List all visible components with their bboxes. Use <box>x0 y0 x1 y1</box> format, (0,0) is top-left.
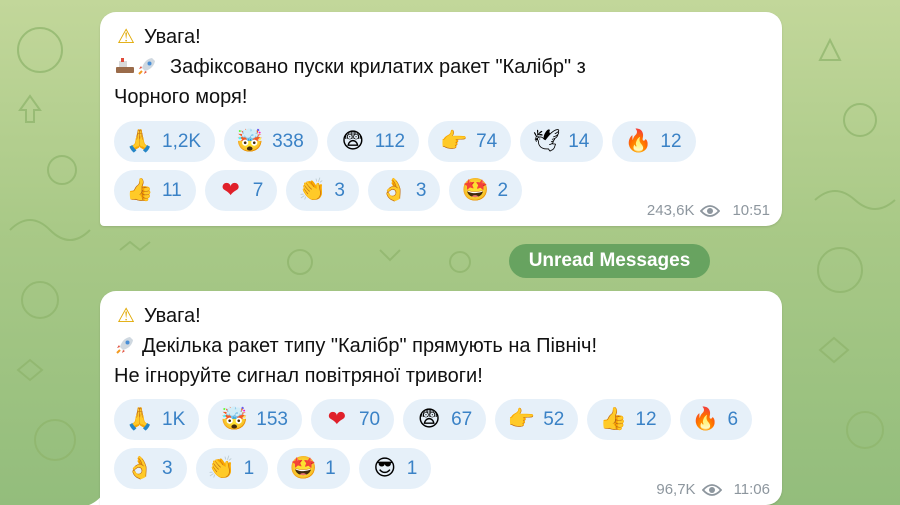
reaction-pill[interactable]: 🤯 338 <box>224 121 318 162</box>
sunglasses-face-icon: 😎 <box>373 455 397 481</box>
message-line: Чорного моря! <box>114 86 248 108</box>
message-time: 10:51 <box>732 202 770 219</box>
reaction-pill[interactable]: 😨 112 <box>326 121 420 162</box>
thumbs-up-icon: 👍 <box>126 177 154 203</box>
star-struck-icon: 🤩 <box>461 177 490 203</box>
reaction-pill[interactable]: 🙏 1K <box>114 399 200 440</box>
dove-icon: 🕊 <box>532 128 561 154</box>
thumbs-up-icon: 👍 <box>599 406 628 432</box>
reactions-bar: 🙏 1K 🤯 153 ❤ 70 😨 67 👉 52 👍 12 🔥 6 👌 3 👏 1 🤩 1 😎 1 <box>114 399 764 489</box>
reaction-pill[interactable]: 👉 74 <box>428 121 512 162</box>
reaction-pill[interactable]: 👌 3 <box>114 448 187 489</box>
reaction-pill[interactable]: 👌 3 <box>367 170 441 211</box>
clapping-hands-icon: 👏 <box>207 455 236 481</box>
reactions-bar: 🙏 1,2K 🤯 338 😨 112 👉 74 🕊 14 🔥 12 👍 11 ❤ 7 👏 3 👌 3… <box>114 121 764 211</box>
reaction-pill[interactable]: 👏 1 <box>195 448 269 489</box>
message-line: Декілька ракет типу "Калібр" прямують на… <box>114 331 597 361</box>
message-line: ⚠ Увага! <box>114 22 586 52</box>
reaction-pill[interactable]: 🤩 1 <box>277 448 350 489</box>
folded-hands-icon: 🙏 <box>126 128 154 154</box>
warning-icon: ⚠ <box>117 305 135 327</box>
unread-messages-label: Unread Messages <box>528 250 691 271</box>
clapping-hands-icon: 👏 <box>298 177 327 203</box>
view-count: 96,7K <box>656 481 696 498</box>
reaction-pill[interactable]: 😎 1 <box>358 448 432 489</box>
ship-icon <box>116 58 134 73</box>
exploding-head-icon: 🤯 <box>220 406 248 432</box>
reaction-pill[interactable]: ❤ 70 <box>310 399 395 440</box>
warning-icon: ⚠ <box>117 26 135 48</box>
fearful-face-icon: 😨 <box>417 406 441 432</box>
message-text: ⚠ Увага! Зафіксовано пуски крилатих ракет… <box>114 22 586 112</box>
eye-icon <box>700 204 721 217</box>
red-heart-icon: ❤ <box>221 177 240 203</box>
pointing-hand-icon: 👉 <box>507 406 535 432</box>
fire-icon: 🔥 <box>691 406 720 432</box>
fire-icon: 🔥 <box>624 128 653 154</box>
eye-icon <box>701 483 722 496</box>
red-heart-icon: ❤ <box>327 406 347 432</box>
message-line: Не ігноруйте сигнал повітряної тривоги! <box>114 365 483 387</box>
unread-messages-divider: Unread Messages <box>509 244 710 278</box>
exploding-head-icon: 🤯 <box>236 128 264 154</box>
pointing-hand-icon: 👉 <box>440 128 468 154</box>
view-count: 243,6K <box>646 202 695 219</box>
reaction-pill[interactable]: 👏 3 <box>286 170 359 211</box>
message-line: Зафіксовано пуски крилатих ракет "Калібр… <box>114 52 586 82</box>
reaction-pill[interactable]: 🕊 14 <box>520 121 604 162</box>
star-struck-icon: 🤩 <box>289 455 317 481</box>
message-line: ⚠ Увага! <box>114 301 597 331</box>
reaction-pill[interactable]: 🤩 2 <box>449 170 523 211</box>
message-text: ⚠ Увага! Декілька ракет типу "Калібр" пря… <box>114 301 597 391</box>
folded-hands-icon: 🙏 <box>126 406 154 432</box>
message-time: 11:06 <box>733 481 770 498</box>
rocket-icon <box>138 58 155 75</box>
message-meta: 243,6K 10:51 <box>647 202 770 219</box>
message-meta: 96,7K 11:06 <box>656 481 770 498</box>
reaction-pill[interactable]: 👍 11 <box>114 170 196 211</box>
message-bubble[interactable]: ⚠ Увага! Зафіксовано пуски крилатих ракет… <box>100 12 782 226</box>
reaction-pill[interactable]: 👍 12 <box>587 399 671 440</box>
reaction-pill[interactable]: ❤ 7 <box>204 170 278 211</box>
reaction-pill[interactable]: 🔥 6 <box>679 399 753 440</box>
ok-hand-icon: 👌 <box>126 455 154 481</box>
message-bubble[interactable]: ⚠ Увага! Декілька ракет типу "Калібр" пря… <box>100 291 782 505</box>
reaction-pill[interactable]: 😨 67 <box>403 399 487 440</box>
reaction-pill[interactable]: 🔥 12 <box>612 121 696 162</box>
reaction-pill[interactable]: 🤯 153 <box>208 399 302 440</box>
ok-hand-icon: 👌 <box>380 177 408 203</box>
reaction-pill[interactable]: 🙏 1,2K <box>114 121 216 162</box>
fearful-face-icon: 😨 <box>341 128 365 154</box>
reaction-pill[interactable]: 👉 52 <box>495 399 579 440</box>
rocket-icon <box>116 337 133 354</box>
